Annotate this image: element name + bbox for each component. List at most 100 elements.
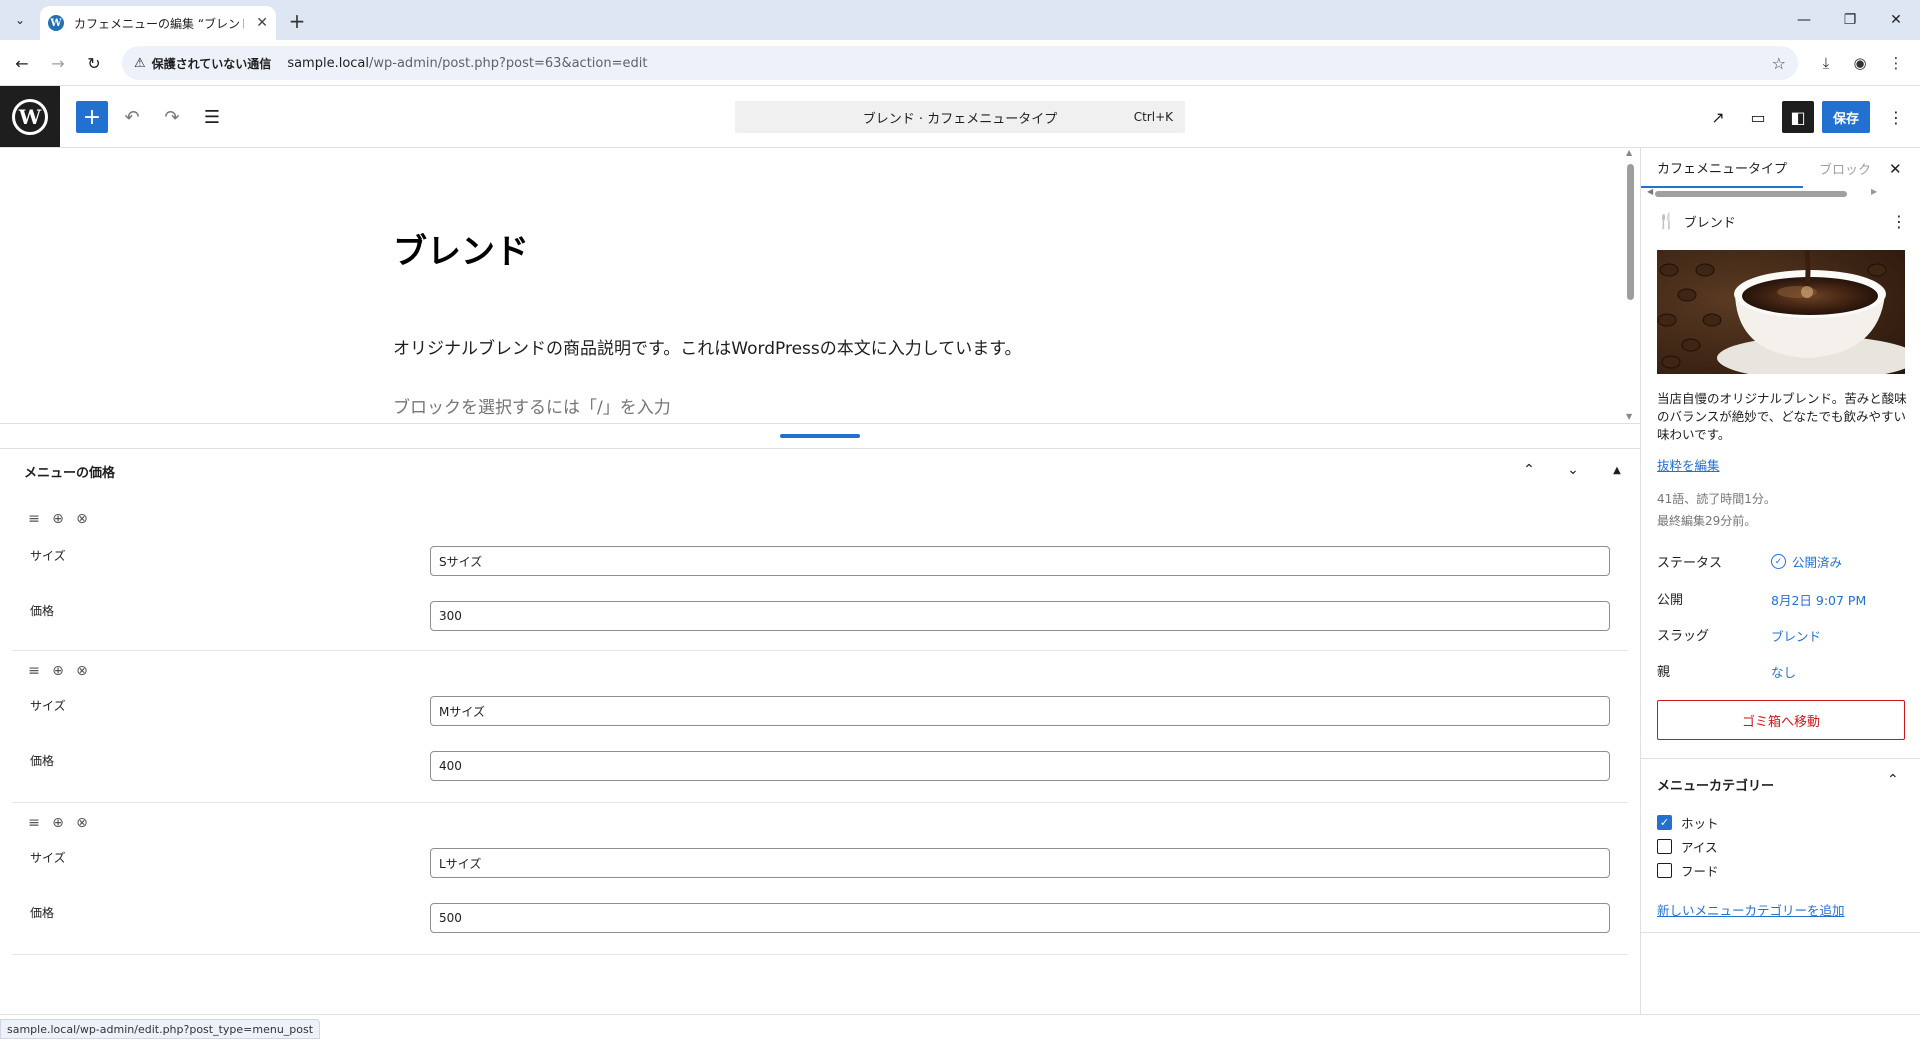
drag-handle-icon[interactable]: ≡ [26,663,42,679]
settings-sidebar: カフェメニュータイプ ブロック ✕ ◀ ▶ 🍴 ブレンド ⋮ 当店自慢のオリジナ… [1640,148,1920,1014]
featured-image[interactable] [1657,250,1905,374]
document-overview-icon[interactable]: ☰ [196,101,228,133]
category-item-food[interactable]: フード [1657,861,1719,880]
options-kebab-icon[interactable]: ⋮ [1880,101,1912,133]
post-body-paragraph[interactable]: オリジナルブレンドの商品説明です。これはWordPressの本文に入力しています… [393,334,1022,359]
status-value: 公開済み [1792,555,1843,570]
parent-button[interactable]: なし [1771,662,1796,681]
category-item-hot[interactable]: ✓ ホット [1657,813,1719,832]
forward-icon[interactable]: → [46,51,70,75]
undo-icon[interactable]: ↶ [116,101,148,133]
tab-close-icon[interactable]: ✕ [256,15,268,31]
row-tools: ≡ ⊕ ⊗ [26,815,90,831]
block-placeholder[interactable]: ブロックを選択するには「/」を入力 [393,393,671,418]
sidebar-tabs-scrollbar[interactable]: ◀ ▶ [1647,187,1877,198]
status-label: ステータス [1657,556,1723,571]
scroll-right-arrow-icon[interactable]: ▶ [1871,187,1877,196]
minimize-icon[interactable]: — [1788,8,1820,32]
checkbox[interactable] [1657,863,1672,878]
price-row: ≡ ⊕ ⊗ サイズ 価格 [12,803,1628,955]
remove-circle-icon[interactable]: ⊗ [74,815,90,831]
price-row: ≡ ⊕ ⊗ サイズ 価格 [12,499,1628,651]
new-tab-plus-icon[interactable]: + [284,8,310,34]
collapse-toggle-icon[interactable]: ▲ [1604,457,1630,483]
add-circle-icon[interactable]: ⊕ [50,511,66,527]
restore-icon[interactable]: ❐ [1834,8,1866,32]
remove-circle-icon[interactable]: ⊗ [74,511,90,527]
post-summary-header: 🍴 ブレンド ⋮ [1657,210,1907,232]
window-close-icon[interactable]: ✕ [1880,8,1912,32]
publish-date-button[interactable]: 8月2日 9:07 PM [1771,590,1866,609]
wordpress-favicon-icon: W [48,15,64,31]
browser-status-bar: sample.local/wp-admin/edit.php?post_type… [0,1014,1920,1040]
block-inserter-plus-icon[interactable]: + [76,101,108,133]
size-input[interactable] [430,696,1610,726]
url-host: sample.local [287,55,370,71]
category-panel-title[interactable]: メニューカテゴリー [1657,775,1774,794]
canvas-scroll-thumb[interactable] [1627,164,1634,300]
sidebar-divider [1641,932,1920,933]
profile-icon[interactable]: ◉ [1848,51,1872,75]
browser-tab-active[interactable]: W カフェメニューの編集 “ブレンド” ‹ サン ✕ [40,6,276,40]
reload-icon[interactable]: ↻ [82,51,106,75]
bookmark-star-icon[interactable]: ☆ [1772,54,1786,73]
redo-icon[interactable]: ↷ [156,101,188,133]
checkbox[interactable] [1657,839,1672,854]
back-icon[interactable]: ← [10,51,34,75]
tabs-scroll-thumb[interactable] [1655,191,1847,197]
save-button[interactable]: 保存 [1822,101,1870,133]
scroll-down-arrow-icon[interactable]: ▼ [1626,412,1632,421]
close-sidebar-icon[interactable]: ✕ [1889,160,1902,178]
status-value-button[interactable]: ✓ 公開済み [1771,552,1842,571]
scroll-up-arrow-icon[interactable]: ▲ [1626,148,1632,157]
sidebar-toggle-icon[interactable]: ◧ [1782,101,1814,133]
command-palette-button[interactable]: ブレンド · カフェメニュータイプ Ctrl+K [735,101,1185,133]
slug-button[interactable]: ブレンド [1771,626,1821,645]
add-circle-icon[interactable]: ⊕ [50,663,66,679]
price-input[interactable] [430,751,1610,781]
command-palette-label: ブレンド · カフェメニュータイプ [862,111,1058,127]
browser-menu-kebab-icon[interactable]: ⋮ [1884,51,1908,75]
size-input[interactable] [430,546,1610,576]
drag-handle-icon[interactable]: ≡ [26,815,42,831]
slug-label: スラッグ [1657,629,1710,644]
insecure-label[interactable]: 保護されていない通信 [152,55,272,72]
metabox-resize-bar[interactable] [0,423,1640,449]
tab-block[interactable]: ブロック [1803,148,1887,188]
omnibox[interactable]: ⚠ 保護されていない通信 sample.local /wp-admin/post… [122,46,1798,80]
post-title[interactable]: ブレンド [393,224,529,273]
price-input[interactable] [430,903,1610,933]
category-item-ice[interactable]: アイス [1657,837,1718,856]
metabox-menu-price: メニューの価格 ⌃ ⌄ ▲ ≡ ⊕ ⊗ サイズ 価格 ≡ ⊕ ⊗ サイズ 価格 … [0,449,1640,1014]
move-down-chevron-down-icon[interactable]: ⌄ [1560,457,1586,483]
post-excerpt: 当店自慢のオリジナルブレンド。苦みと酸味のバランスが絶妙で、どなたでも飲みやすい… [1657,391,1907,442]
move-to-trash-button[interactable]: ゴミ箱へ移動 [1657,700,1905,740]
add-category-link[interactable]: 新しいメニューカテゴリーを追加 [1657,900,1845,919]
size-input[interactable] [430,848,1610,878]
add-circle-icon[interactable]: ⊕ [50,815,66,831]
view-post-external-link-icon[interactable]: ↗ [1702,101,1734,133]
canvas-scrollbar[interactable]: ▲ ▼ [1626,148,1634,421]
command-shortcut: Ctrl+K [1133,110,1173,124]
tab-search-chevron-down-icon[interactable]: ⌄ [8,8,32,32]
resize-handle[interactable] [780,434,860,438]
metabox-title: メニューの価格 [24,466,116,481]
download-icon[interactable]: ⤓ [1814,51,1838,75]
last-edited: 最終編集29分前。 [1657,514,1757,528]
move-up-chevron-up-icon[interactable]: ⌃ [1516,457,1542,483]
price-input[interactable] [430,601,1610,631]
remove-circle-icon[interactable]: ⊗ [74,663,90,679]
preview-device-icon[interactable]: ▭ [1742,101,1774,133]
sidebar-divider [1641,758,1920,759]
editor-canvas: ブレンド オリジナルブレンドの商品説明です。これはWordPressの本文に入力… [0,148,1640,423]
drag-handle-icon[interactable]: ≡ [26,511,42,527]
scroll-left-arrow-icon[interactable]: ◀ [1647,187,1653,196]
warning-icon[interactable]: ⚠ [134,56,146,71]
post-actions-kebab-icon[interactable]: ⋮ [1891,212,1907,231]
checkbox-checked[interactable]: ✓ [1657,815,1672,830]
coffee-cup-image [1657,250,1905,374]
tab-post-type[interactable]: カフェメニュータイプ [1641,148,1804,188]
wordpress-logo-button[interactable]: W [0,86,60,147]
collapse-chevron-up-icon[interactable]: ⌃ [1887,772,1899,788]
edit-excerpt-link[interactable]: 抜粋を編集 [1657,455,1720,474]
